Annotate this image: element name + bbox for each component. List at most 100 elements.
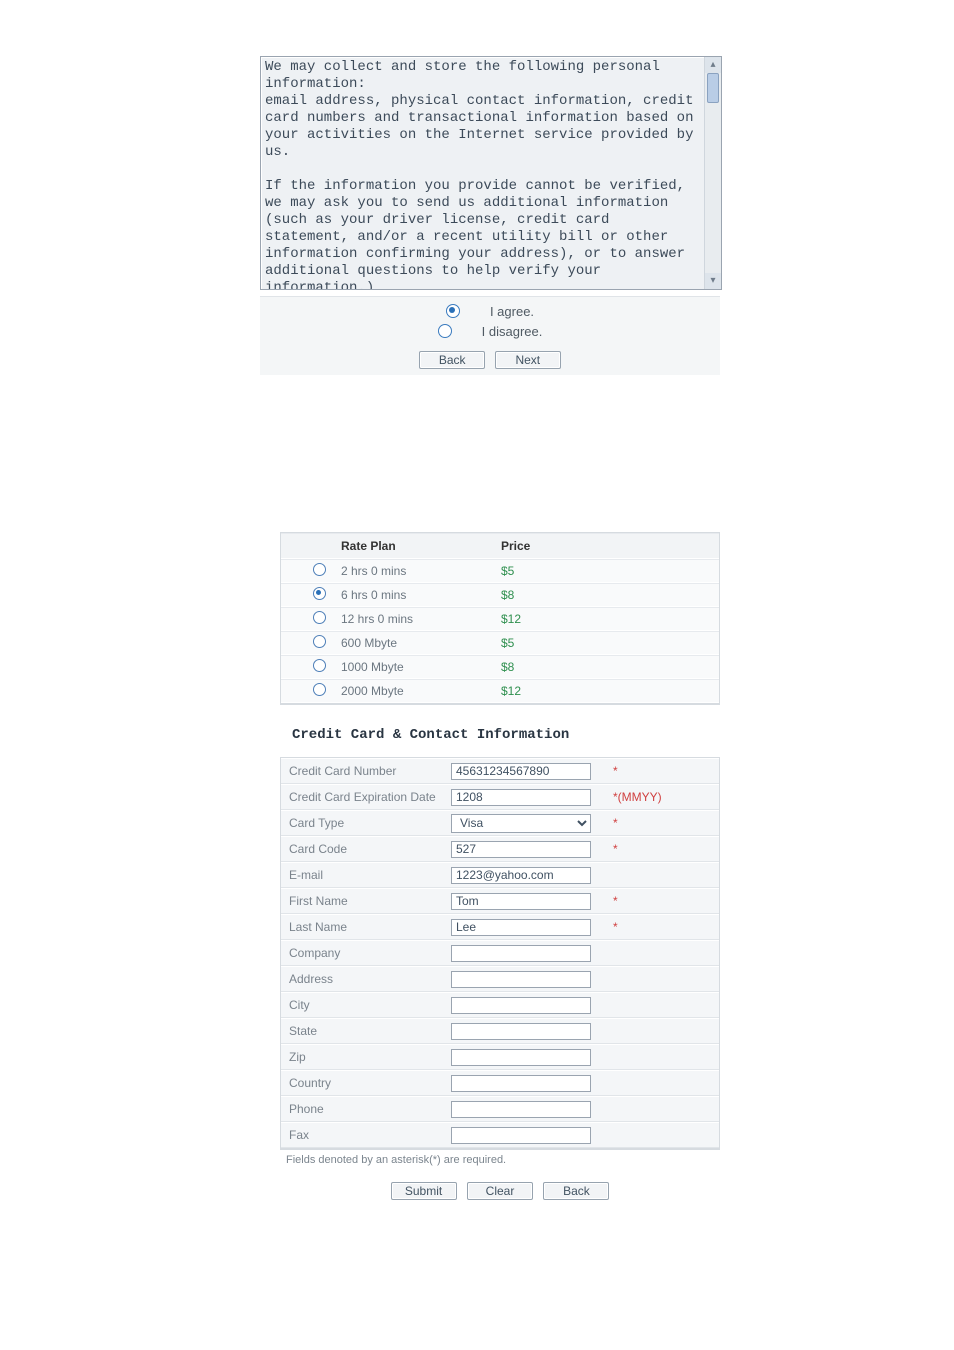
scroll-thumb[interactable] bbox=[707, 73, 719, 103]
rate-header-plan: Rate Plan bbox=[341, 539, 501, 553]
row-last-name: Last Name * bbox=[281, 914, 719, 940]
row-fax: Fax bbox=[281, 1122, 719, 1148]
scroll-up-icon[interactable] bbox=[705, 57, 721, 73]
terms-scrollbox: We may collect and store the following p… bbox=[260, 56, 722, 290]
terms-panel: We may collect and store the following p… bbox=[260, 56, 736, 375]
mark-cc-exp: *(MMYY) bbox=[611, 790, 719, 804]
input-country[interactable] bbox=[451, 1075, 591, 1092]
rate-row: 6 hrs 0 mins $8 bbox=[281, 583, 719, 607]
submit-button[interactable]: Submit bbox=[391, 1182, 457, 1200]
label-cc-exp: Credit Card Expiration Date bbox=[281, 790, 451, 804]
rate-radio-3[interactable] bbox=[313, 635, 326, 648]
agree-label[interactable]: I agree. bbox=[490, 304, 534, 319]
rate-price-5: $12 bbox=[501, 684, 601, 698]
terms-scrollbar[interactable] bbox=[704, 57, 721, 289]
row-company: Company bbox=[281, 940, 719, 966]
rate-plan-5: 2000 Mbyte bbox=[341, 684, 501, 698]
rate-radio-5[interactable] bbox=[313, 683, 326, 696]
row-email: E-mail bbox=[281, 862, 719, 888]
rate-price-3: $5 bbox=[501, 636, 601, 650]
label-phone: Phone bbox=[281, 1102, 451, 1116]
label-cc-number: Credit Card Number bbox=[281, 764, 451, 778]
input-card-code[interactable] bbox=[451, 841, 591, 858]
label-state: State bbox=[281, 1024, 451, 1038]
rate-radio-4[interactable] bbox=[313, 659, 326, 672]
clear-button[interactable]: Clear bbox=[467, 1182, 533, 1200]
rate-price-2: $12 bbox=[501, 612, 601, 626]
rate-radio-1[interactable] bbox=[313, 587, 326, 600]
rate-price-4: $8 bbox=[501, 660, 601, 674]
hint-cc-exp: (MMYY) bbox=[618, 790, 662, 804]
label-first-name: First Name bbox=[281, 894, 451, 908]
label-email: E-mail bbox=[281, 868, 451, 882]
rate-plan-3: 600 Mbyte bbox=[341, 636, 501, 650]
row-card-code: Card Code * bbox=[281, 836, 719, 862]
label-zip: Zip bbox=[281, 1050, 451, 1064]
row-city: City bbox=[281, 992, 719, 1018]
input-address[interactable] bbox=[451, 971, 591, 988]
agree-option-row: I agree. bbox=[260, 301, 720, 321]
row-zip: Zip bbox=[281, 1044, 719, 1070]
rate-plan-2: 12 hrs 0 mins bbox=[341, 612, 501, 626]
agree-button-row: Back Next bbox=[260, 347, 720, 369]
row-state: State bbox=[281, 1018, 719, 1044]
scroll-down-icon[interactable] bbox=[705, 273, 721, 289]
rate-plan-table: Rate Plan Price 2 hrs 0 mins $5 6 hrs 0 … bbox=[280, 532, 720, 705]
rate-price-0: $5 bbox=[501, 564, 601, 578]
row-country: Country bbox=[281, 1070, 719, 1096]
rate-row: 2000 Mbyte $12 bbox=[281, 679, 719, 703]
row-address: Address bbox=[281, 966, 719, 992]
input-state[interactable] bbox=[451, 1023, 591, 1040]
mark-cc-number: * bbox=[611, 764, 719, 778]
label-fax: Fax bbox=[281, 1128, 451, 1142]
row-first-name: First Name * bbox=[281, 888, 719, 914]
label-country: Country bbox=[281, 1076, 451, 1090]
input-company[interactable] bbox=[451, 945, 591, 962]
disagree-label[interactable]: I disagree. bbox=[482, 324, 543, 339]
input-cc-number[interactable] bbox=[451, 763, 591, 780]
mark-first-name: * bbox=[611, 894, 719, 908]
rate-price-1: $8 bbox=[501, 588, 601, 602]
agree-area: I agree. I disagree. Back Next bbox=[260, 296, 720, 375]
row-cc-number: Credit Card Number * bbox=[281, 758, 719, 784]
cc-section-title: Credit Card & Contact Information bbox=[292, 727, 720, 743]
back-button[interactable]: Back bbox=[419, 351, 485, 369]
agree-radio[interactable] bbox=[446, 304, 460, 318]
terms-text: We may collect and store the following p… bbox=[261, 57, 721, 290]
input-phone[interactable] bbox=[451, 1101, 591, 1118]
row-cc-exp: Credit Card Expiration Date *(MMYY) bbox=[281, 784, 719, 810]
label-card-code: Card Code bbox=[281, 842, 451, 856]
label-address: Address bbox=[281, 972, 451, 986]
rate-plan-4: 1000 Mbyte bbox=[341, 660, 501, 674]
next-button[interactable]: Next bbox=[495, 351, 561, 369]
rate-plan-1: 6 hrs 0 mins bbox=[341, 588, 501, 602]
input-cc-exp[interactable] bbox=[451, 789, 591, 806]
input-city[interactable] bbox=[451, 997, 591, 1014]
mark-card-type: * bbox=[611, 816, 719, 830]
mark-card-code: * bbox=[611, 842, 719, 856]
rate-radio-2[interactable] bbox=[313, 611, 326, 624]
rate-header-row: Rate Plan Price bbox=[281, 533, 719, 559]
rate-header-price: Price bbox=[501, 539, 601, 553]
label-city: City bbox=[281, 998, 451, 1012]
rate-plan-0: 2 hrs 0 mins bbox=[341, 564, 501, 578]
required-note: Fields denoted by an asterisk(*) are req… bbox=[286, 1154, 720, 1166]
row-phone: Phone bbox=[281, 1096, 719, 1122]
purchase-panel: Rate Plan Price 2 hrs 0 mins $5 6 hrs 0 … bbox=[280, 532, 720, 1200]
input-last-name[interactable] bbox=[451, 919, 591, 936]
input-zip[interactable] bbox=[451, 1049, 591, 1066]
input-email[interactable] bbox=[451, 867, 591, 884]
rate-row: 1000 Mbyte $8 bbox=[281, 655, 719, 679]
disagree-option-row: I disagree. bbox=[260, 321, 720, 341]
disagree-radio[interactable] bbox=[438, 324, 452, 338]
input-first-name[interactable] bbox=[451, 893, 591, 910]
rate-row: 12 hrs 0 mins $12 bbox=[281, 607, 719, 631]
input-fax[interactable] bbox=[451, 1127, 591, 1144]
form-back-button[interactable]: Back bbox=[543, 1182, 609, 1200]
mark-last-name: * bbox=[611, 920, 719, 934]
label-last-name: Last Name bbox=[281, 920, 451, 934]
label-card-type: Card Type bbox=[281, 816, 451, 830]
rate-radio-0[interactable] bbox=[313, 563, 326, 576]
cc-form: Credit Card Number * Credit Card Expirat… bbox=[280, 757, 720, 1150]
select-card-type[interactable]: Visa bbox=[451, 814, 591, 833]
